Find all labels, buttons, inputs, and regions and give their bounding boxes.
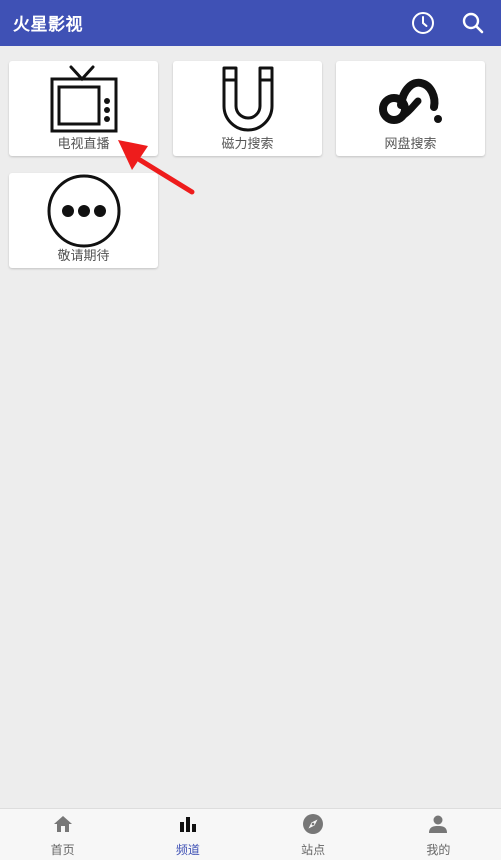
channel-label: 网盘搜索: [384, 137, 437, 152]
person-icon: [429, 815, 448, 833]
bottom-navigation: 首页 频道 站点 我的: [0, 808, 501, 860]
nav-item-channels[interactable]: 频道: [125, 809, 250, 860]
nav-label: 频道: [175, 843, 200, 857]
channel-card-cloud-search[interactable]: 网盘搜索: [336, 61, 485, 156]
nav-item-home[interactable]: 首页: [0, 809, 125, 860]
nav-item-mine[interactable]: 我的: [376, 809, 501, 860]
channel-label: 敬请期待: [57, 249, 110, 264]
history-icon: [412, 12, 434, 34]
tv-icon: [50, 65, 117, 133]
app-title: 火星影视: [13, 15, 83, 35]
channel-label: 电视直播: [57, 137, 110, 152]
nav-item-sites[interactable]: 站点: [251, 809, 376, 860]
home-icon: [53, 816, 72, 832]
cloud-drive-icon: [378, 78, 442, 124]
magnet-icon: [222, 66, 273, 132]
nav-label: 站点: [301, 843, 326, 857]
search-button[interactable]: [458, 8, 488, 38]
app-bar: 火星影视: [0, 0, 501, 46]
nav-label: 首页: [50, 843, 75, 857]
search-icon: [462, 12, 484, 34]
more-icon: [47, 174, 120, 248]
channel-card-magnet-search[interactable]: 磁力搜索: [173, 61, 322, 156]
channel-card-tv-live[interactable]: 电视直播: [9, 61, 158, 156]
channel-label: 磁力搜索: [221, 137, 274, 152]
history-button[interactable]: [408, 8, 438, 38]
channel-card-coming-soon[interactable]: 敬请期待: [9, 173, 158, 268]
compass-icon: [303, 814, 324, 834]
bar-chart-icon: [179, 817, 196, 832]
nav-label: 我的: [426, 843, 451, 857]
